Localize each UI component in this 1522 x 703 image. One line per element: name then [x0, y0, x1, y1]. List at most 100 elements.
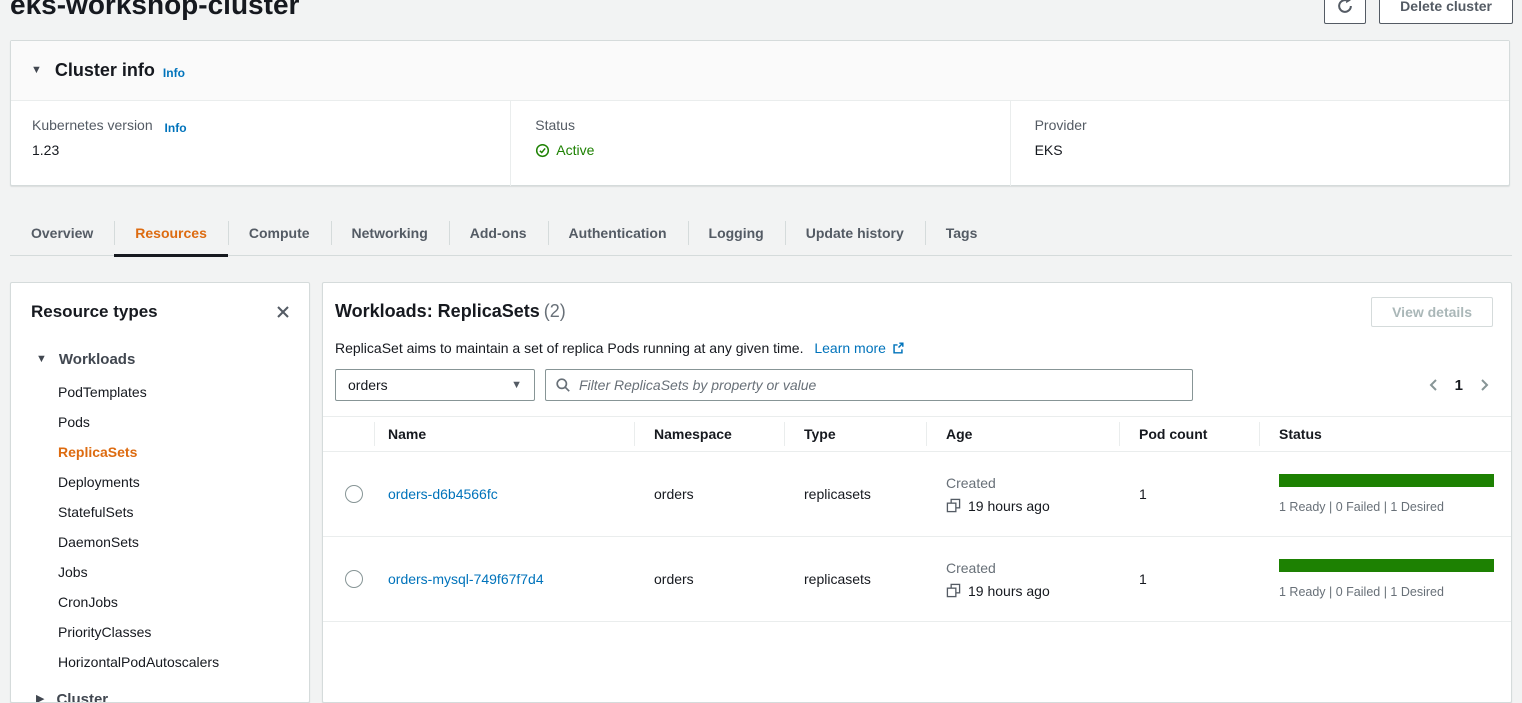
sidebar-item-deployments[interactable]: Deployments [11, 467, 309, 497]
item-count: (2) [544, 301, 566, 321]
sidebar-item-statefulsets[interactable]: StatefulSets [11, 497, 309, 527]
tab-tags[interactable]: Tags [925, 210, 999, 255]
cluster-info-card: ▼ Cluster info Info Kubernetes version I… [10, 40, 1510, 186]
resource-types-title: Resource types [31, 302, 158, 322]
refresh-icon [1336, 0, 1354, 15]
tab-authentication[interactable]: Authentication [548, 210, 688, 255]
table-body: orders-d6b4566fcordersreplicasetsCreated… [323, 452, 1511, 622]
status-bar [1279, 559, 1494, 572]
column-header-type[interactable]: Type [784, 417, 926, 451]
page-title: eks-workshop-cluster [10, 0, 299, 21]
namespace-filter-dropdown[interactable]: orders ▼ [335, 369, 535, 401]
status-field: Status Active [510, 101, 1009, 186]
status-badge: Active [556, 142, 594, 158]
view-details-button[interactable]: View details [1371, 297, 1493, 327]
tab-add-ons[interactable]: Add-ons [449, 210, 548, 255]
sidebar-item-jobs[interactable]: Jobs [11, 557, 309, 587]
dropdown-value: orders [348, 377, 388, 393]
status-text: 1 Ready | 0 Failed | 1 Desired [1279, 585, 1511, 599]
tab-bar: OverviewResourcesComputeNetworkingAdd-on… [10, 210, 1512, 256]
learn-more-link[interactable]: Learn more [814, 340, 905, 356]
close-icon[interactable] [273, 302, 293, 322]
age-value: 19 hours ago [946, 498, 1119, 514]
status-text: 1 Ready | 0 Failed | 1 Desired [1279, 500, 1511, 514]
column-header-pod-count[interactable]: Pod count [1119, 417, 1259, 451]
sidebar-item-horizontalpodautoscalers[interactable]: HorizontalPodAutoscalers [11, 647, 309, 677]
namespace-cell: orders [634, 486, 784, 502]
table-row: orders-d6b4566fcordersreplicasetsCreated… [323, 452, 1511, 537]
tab-resources[interactable]: Resources [114, 210, 228, 255]
cluster-info-title: Cluster info [55, 60, 155, 81]
panel-title: Workloads: ReplicaSets [335, 301, 540, 321]
table-row: orders-mysql-749f67f7d4 ordersreplicasets… [323, 537, 1511, 622]
caret-down-icon: ▼ [36, 354, 47, 365]
collapse-caret-icon: ▼ [31, 65, 42, 76]
tab-networking[interactable]: Networking [331, 210, 449, 255]
kubernetes-version-value: 1.23 [32, 142, 510, 158]
tab-overview[interactable]: Overview [10, 210, 114, 255]
kubernetes-version-field: Kubernetes version Info 1.23 [11, 101, 510, 186]
kubernetes-version-label: Kubernetes version [32, 117, 153, 133]
panel-description: ReplicaSet aims to maintain a set of rep… [335, 340, 803, 356]
sidebar-item-podtemplates[interactable]: PodTemplates [11, 377, 309, 407]
sidebar-group-workloads[interactable]: ▼ Workloads [11, 351, 309, 368]
pod-count-cell: 1 [1119, 571, 1259, 587]
search-input[interactable] [577, 376, 1183, 394]
chevron-down-icon: ▼ [511, 380, 522, 391]
type-cell: replicasets [784, 571, 926, 587]
column-header-select [323, 417, 374, 451]
tab-compute[interactable]: Compute [228, 210, 331, 255]
age-value: 19 hours ago [946, 583, 1119, 599]
row-select-radio[interactable] [345, 485, 363, 503]
header-actions: Delete cluster [1324, 0, 1513, 24]
replicaset-name-link[interactable]: orders-d6b4566fc [388, 486, 498, 502]
column-header-name[interactable]: Name [374, 417, 634, 451]
cluster-info-header[interactable]: ▼ Cluster info Info [11, 41, 1509, 101]
cluster-info-info-link[interactable]: Info [163, 66, 185, 80]
column-header-age[interactable]: Age [926, 417, 1119, 451]
sidebar-group-label: Cluster [56, 691, 108, 703]
select-cell [323, 570, 374, 588]
page-number[interactable]: 1 [1455, 377, 1463, 394]
sidebar-group-label: Workloads [59, 351, 135, 368]
provider-value: EKS [1035, 142, 1509, 158]
select-cell [323, 485, 374, 503]
row-select-radio[interactable] [345, 570, 363, 588]
age-created-label: Created [946, 475, 1119, 491]
provider-label: Provider [1035, 117, 1509, 133]
name-cell: orders-mysql-749f67f7d4 [374, 571, 634, 587]
column-header-status[interactable]: Status [1259, 417, 1511, 451]
external-link-icon [891, 341, 905, 355]
sidebar-group-cluster[interactable]: ▶ Cluster [11, 691, 309, 703]
copy-icon[interactable] [946, 498, 961, 513]
age-cell: Created19 hours ago [926, 560, 1119, 599]
sidebar-item-cronjobs[interactable]: CronJobs [11, 587, 309, 617]
status-label: Status [535, 117, 1009, 133]
sidebar-item-priorityclasses[interactable]: PriorityClasses [11, 617, 309, 647]
next-page-button[interactable] [1476, 377, 1492, 393]
prev-page-button[interactable] [1426, 377, 1442, 393]
refresh-button[interactable] [1324, 0, 1366, 24]
age-text: 19 hours ago [968, 583, 1050, 599]
sidebar-item-replicasets[interactable]: ReplicaSets [11, 437, 309, 467]
resource-types-panel: Resource types ▼ Workloads PodTemplatesP… [10, 282, 310, 703]
replicaset-name-link[interactable]: orders-mysql-749f67f7d4 [388, 571, 544, 587]
sidebar-item-daemonsets[interactable]: DaemonSets [11, 527, 309, 557]
search-icon [555, 377, 571, 393]
namespace-cell: orders [634, 571, 784, 587]
delete-cluster-button[interactable]: Delete cluster [1379, 0, 1513, 24]
replicasets-panel: Workloads: ReplicaSets(2) View details R… [322, 282, 1512, 703]
status-cell: 1 Ready | 0 Failed | 1 Desired [1259, 474, 1511, 514]
type-cell: replicasets [784, 486, 926, 502]
search-box [545, 369, 1193, 401]
check-circle-icon [535, 143, 550, 158]
sidebar-item-pods[interactable]: Pods [11, 407, 309, 437]
column-header-namespace[interactable]: Namespace [634, 417, 784, 451]
age-cell: Created 19 hours ago [926, 475, 1119, 514]
table-header: NameNamespaceTypeAgePod countStatus [323, 416, 1511, 452]
tab-update-history[interactable]: Update history [785, 210, 925, 255]
kubernetes-version-info-link[interactable]: Info [165, 121, 187, 135]
copy-icon[interactable] [946, 583, 961, 598]
name-cell: orders-d6b4566fc [374, 486, 634, 502]
tab-logging[interactable]: Logging [688, 210, 785, 255]
